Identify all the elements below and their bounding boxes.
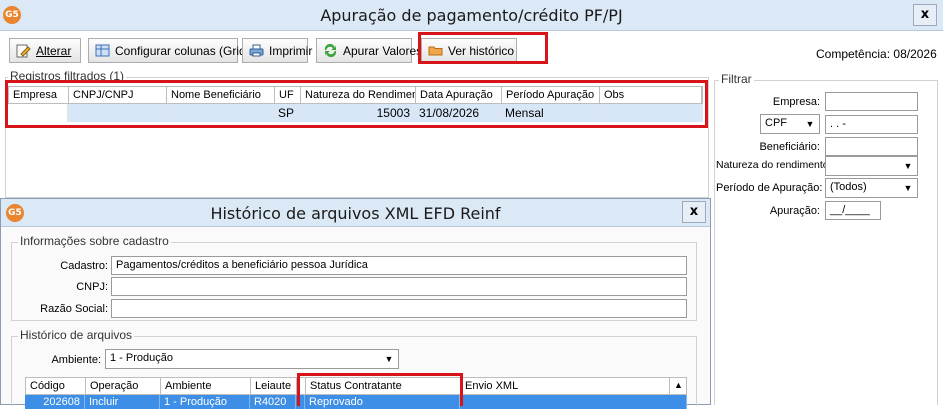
col-operacao[interactable]: Operação — [86, 378, 161, 394]
cell-ambiente: 1 - Produção — [160, 395, 250, 409]
razao-social-label: Razão Social: — [40, 303, 108, 315]
empresa-label: Empresa: — [772, 96, 820, 108]
dialog-title: Histórico de arquivos XML EFD Reinf — [210, 204, 501, 223]
alterar-button[interactable]: Alterar — [9, 38, 81, 63]
natureza-label: Natureza do rendimento: — [716, 159, 832, 171]
cnpj-label: CNPJ: — [76, 281, 108, 293]
imprimir-label: Imprimir — [269, 43, 313, 58]
imprimir-button[interactable]: Imprimir — [242, 38, 312, 63]
col-envio[interactable]: Envio XML — [461, 378, 670, 394]
apuracao-label: Apuração: — [769, 205, 820, 217]
historico-dialog: G5 Histórico de arquivos XML EFD Reinf x… — [0, 198, 711, 409]
status-highlight — [297, 373, 463, 406]
filtrar-legend: Filtrar — [719, 72, 754, 86]
periodo-value: (Todos) — [830, 181, 867, 193]
doc-number-input[interactable]: . . - — [825, 115, 918, 134]
chevron-down-icon: ▼ — [384, 354, 394, 364]
ver-historico-highlight — [418, 32, 548, 64]
dialog-close-button[interactable]: x — [682, 201, 706, 223]
historico-legend: Histórico de arquivos — [18, 328, 135, 342]
chevron-down-icon: ▼ — [903, 183, 913, 193]
scroll-up-icon[interactable]: ▲ — [670, 378, 686, 394]
alterar-label: Alterar — [36, 43, 72, 58]
periodo-select[interactable]: (Todos) ▼ — [825, 178, 918, 198]
beneficiario-label: Beneficiário: — [759, 141, 820, 153]
configurar-colunas-button[interactable]: Configurar colunas (Grid) — [88, 38, 250, 63]
apurar-valores-button[interactable]: Apurar Valores — [316, 38, 422, 63]
apuracao-input[interactable]: __/____ — [825, 201, 881, 220]
cell-operacao: Incluir — [85, 395, 160, 409]
beneficiario-input[interactable] — [825, 137, 918, 156]
cell-leiaute: R4020 — [250, 395, 296, 409]
empresa-input[interactable] — [825, 92, 918, 111]
ambiente-label: Ambiente: — [51, 354, 101, 366]
window-title: Apuração de pagamento/crédito PF/PJ — [320, 6, 623, 25]
ambiente-select[interactable]: 1 - Produção ▼ — [105, 349, 399, 369]
doc-type-select[interactable]: CPF ▼ — [760, 114, 820, 134]
apurar-label: Apurar Valores — [343, 43, 423, 58]
cadastro-field[interactable]: Pagamentos/créditos a beneficiário pesso… — [111, 256, 687, 275]
cell-codigo: 202608 — [25, 395, 85, 409]
competencia-value: 08/2026 — [893, 47, 937, 61]
cnpj-field[interactable] — [111, 277, 687, 296]
cadastro-label: Cadastro: — [60, 260, 108, 272]
cadastro-legend: Informações sobre cadastro — [18, 234, 171, 248]
competencia: Competência: 08/2026 — [816, 47, 937, 61]
ambiente-value: 1 - Produção — [110, 352, 173, 364]
chevron-down-icon: ▼ — [903, 161, 913, 171]
col-leiaute[interactable]: Leiaute — [251, 378, 297, 394]
competencia-label: Competência: — [816, 47, 891, 61]
natureza-select[interactable]: ▼ — [825, 156, 918, 176]
main-title-bar: G5 Apuração de pagamento/crédito PF/PJ x — [0, 0, 943, 31]
configurar-label: Configurar colunas (Grid) — [115, 43, 250, 58]
registros-highlight — [5, 80, 708, 128]
grid-icon — [95, 44, 110, 57]
razao-social-field[interactable] — [111, 299, 687, 318]
chevron-down-icon: ▼ — [805, 119, 815, 129]
refresh-icon — [323, 43, 338, 58]
col-codigo[interactable]: Código — [26, 378, 86, 394]
dialog-title-bar: G5 Histórico de arquivos XML EFD Reinf x — [1, 199, 710, 227]
close-button[interactable]: x — [913, 4, 937, 26]
edit-icon — [16, 44, 31, 58]
periodo-label: Período de Apuração: — [716, 182, 823, 194]
cell-envio — [460, 395, 687, 409]
col-ambiente[interactable]: Ambiente — [161, 378, 251, 394]
printer-icon — [249, 44, 264, 57]
doc-type-value: CPF — [765, 117, 787, 129]
